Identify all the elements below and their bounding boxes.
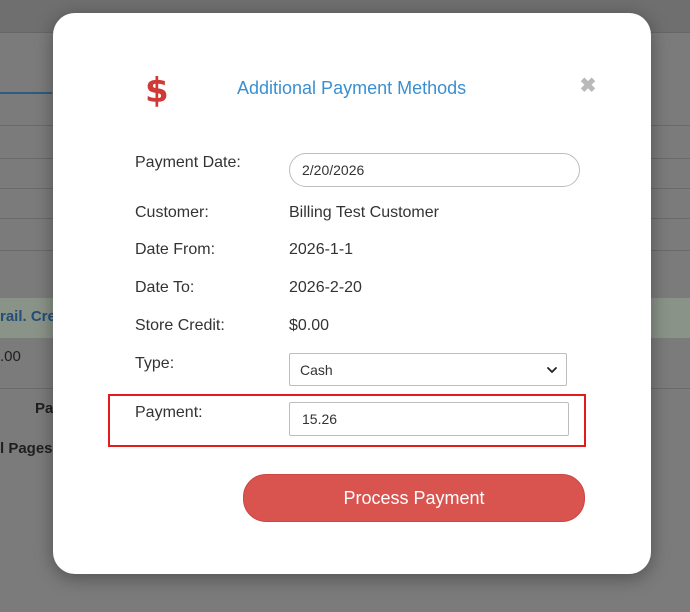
payment-amount-input[interactable]: [289, 402, 569, 436]
dollar-icon: $: [145, 71, 169, 111]
type-select[interactable]: Cash: [289, 353, 567, 386]
customer-value: Billing Test Customer: [289, 204, 439, 221]
payment-date-label: Payment Date:: [135, 154, 241, 171]
chevron-down-icon: [547, 366, 557, 373]
process-payment-button[interactable]: Process Payment: [243, 474, 585, 522]
type-label: Type:: [135, 355, 175, 372]
store-credit-label: Store Credit:: [135, 317, 225, 334]
background-text: l Pages: [0, 440, 53, 457]
type-selected-value: Cash: [300, 361, 333, 378]
background-text: rail. Cre: [0, 308, 56, 325]
store-credit-value: $0.00: [289, 317, 330, 334]
date-from-value: 2026-1-1: [289, 241, 354, 258]
payment-label: Payment:: [135, 404, 203, 421]
modal-title: Additional Payment Methods: [237, 78, 467, 98]
background-text: .00: [0, 348, 21, 365]
payment-modal: $ Additional Payment Methods ✖ Payment D…: [53, 13, 651, 574]
close-icon[interactable]: ✖: [577, 75, 599, 97]
date-to-value: 2026-2-20: [289, 279, 362, 296]
date-from-label: Date From:: [135, 241, 216, 258]
date-to-label: Date To:: [135, 279, 195, 296]
background-active-tab: [0, 92, 52, 94]
background-text: Pa: [35, 400, 54, 417]
payment-date-input[interactable]: [289, 153, 580, 187]
customer-label: Customer:: [135, 204, 209, 221]
